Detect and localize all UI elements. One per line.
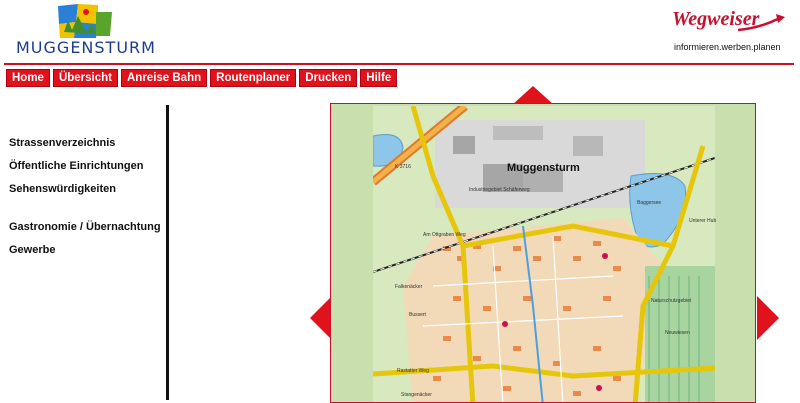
sidebar-divider xyxy=(166,105,169,400)
map-label-bussert: Bussert xyxy=(409,312,426,318)
arrow-right-icon[interactable] xyxy=(757,296,779,340)
map-label-rastatter: Rastatter Weg xyxy=(397,368,429,374)
arrow-left-icon[interactable] xyxy=(310,296,332,340)
sidebar-item-public-facilities[interactable]: Öffentliche Einrichtungen xyxy=(9,159,161,182)
map-label-unterer-hub: Unterer Hub xyxy=(689,218,717,224)
nav-help-button[interactable]: Hilfe xyxy=(360,69,398,87)
sidebar-item-business[interactable]: Gewerbe xyxy=(9,243,161,266)
top-nav: Home Übersicht Anreise Bahn Routenplaner… xyxy=(6,69,398,87)
map-label-road: K 3716 xyxy=(395,164,411,170)
sidebar-menu: Strassenverzeichnis Öffentliche Einricht… xyxy=(9,136,161,266)
wegweiser-logo[interactable]: Wegweiser informieren.werben.planen xyxy=(662,4,794,56)
map-town-label: Muggensturm xyxy=(507,162,580,174)
map-label-street-1: Am Ottgraben Weg xyxy=(423,232,466,238)
muggensturm-wordmark: MUGGENSTURM xyxy=(16,38,156,57)
muggensturm-emblem-icon xyxy=(58,4,112,38)
map-graphic xyxy=(373,106,715,402)
map-label-industrial: Industriegebiet Schäferweg xyxy=(469,187,530,193)
map-label-neuwiesen: Neuwiesen xyxy=(665,330,690,336)
map-label-falkenaecker: Falkenäcker xyxy=(395,284,423,290)
header-divider xyxy=(4,63,794,65)
muggensturm-logo[interactable]: MUGGENSTURM xyxy=(14,2,155,58)
map-label-nature-reserve: Naturschutzgebiet xyxy=(651,298,692,304)
map-label-lake: Baggersee xyxy=(637,200,662,206)
nav-train-button[interactable]: Anreise Bahn xyxy=(121,69,208,87)
nav-overview-button[interactable]: Übersicht xyxy=(52,69,118,87)
sidebar-item-gastronomy[interactable]: Gastronomie / Übernachtung xyxy=(9,220,161,243)
wegweiser-swoosh-icon xyxy=(737,14,785,32)
map-label-stangenaecker: Stangenäcker xyxy=(401,392,432,398)
sidebar-item-streets[interactable]: Strassenverzeichnis xyxy=(9,136,161,159)
sidebar-item-sights[interactable]: Sehenswürdigkeiten xyxy=(9,182,161,205)
wegweiser-tagline: informieren.werben.planen xyxy=(674,42,781,52)
nav-home-button[interactable]: Home xyxy=(6,69,50,87)
nav-route-planner-button[interactable]: Routenplaner xyxy=(210,69,297,87)
town-map[interactable]: Muggensturm Industriegebiet Schäferweg B… xyxy=(330,103,756,403)
nav-print-button[interactable]: Drucken xyxy=(299,69,358,87)
